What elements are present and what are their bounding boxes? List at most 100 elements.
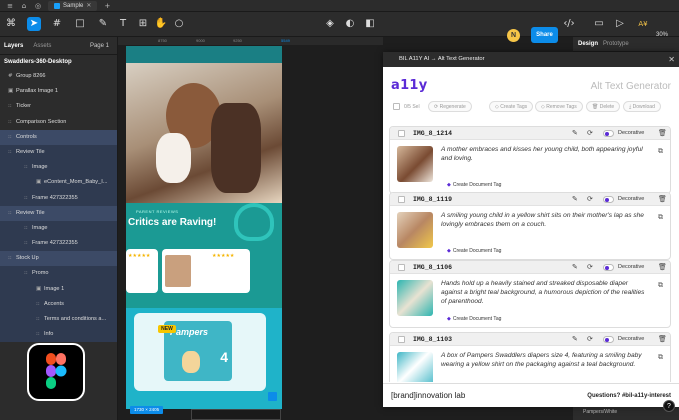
layer-row[interactable]: :: Controls — [0, 129, 117, 145]
item-checkbox[interactable] — [398, 130, 405, 137]
review-card[interactable]: ★★★★★ — [162, 249, 250, 293]
canvas[interactable]: 8750 9000 9250 5549 PARENT REVIEWS Criti… — [118, 37, 383, 420]
alt-text[interactable]: A smiling young child in a yellow shirt … — [441, 211, 651, 229]
create-document-tag-button[interactable]: ◆ Create Document Tag — [447, 248, 501, 254]
create-document-tag-button[interactable]: ◆ Create Document Tag — [447, 316, 501, 322]
copy-icon[interactable]: ⧉ — [658, 147, 663, 156]
file-tab[interactable]: Sample ✕ — [48, 0, 98, 11]
ai-icon[interactable]: A¥ — [636, 17, 650, 31]
edit-icon[interactable]: ✎ — [572, 129, 578, 137]
avatar[interactable]: N — [507, 29, 520, 42]
boolean-icon[interactable]: ◧ — [363, 17, 377, 31]
text-tool-icon[interactable]: T — [116, 17, 130, 31]
review-card[interactable]: ★★★★★ — [126, 249, 158, 293]
hero-image[interactable] — [126, 63, 282, 203]
copy-icon[interactable]: ⧉ — [658, 353, 663, 362]
share-button[interactable]: Share — [531, 27, 558, 43]
reviews-section[interactable]: PARENT REVIEWS Critics are Raving! ★★★★★… — [126, 203, 282, 317]
create-document-tag-button[interactable]: ◆ Create Document Tag — [447, 182, 501, 188]
layer-row[interactable]: :: Review Tile — [0, 205, 117, 221]
comment-tool-icon[interactable]: ○ — [172, 17, 186, 31]
list-item[interactable]: IMG_8_1106 ✎ ⟳ Decorative 🗑 Hands hold up a h… — [389, 260, 671, 328]
edit-icon[interactable]: ✎ — [572, 263, 578, 271]
alt-text[interactable]: A mother embraces and kisses her young c… — [441, 145, 651, 163]
trash-icon[interactable]: 🗑 — [658, 335, 667, 343]
layer-row[interactable]: :: Comparison Section — [0, 115, 117, 130]
layer-row[interactable]: :: Frame 427322355 — [0, 236, 117, 252]
frame-tool-icon[interactable]: # — [50, 17, 64, 31]
promo-card[interactable]: Pampers 4 NEW — [134, 313, 266, 391]
refresh-icon[interactable]: ⟳ — [587, 263, 593, 271]
download-button[interactable]: ⤓ Download — [623, 101, 661, 112]
refresh-icon[interactable]: ⟳ — [587, 195, 593, 203]
delete-button[interactable]: 🗑 Delete — [586, 101, 621, 112]
layer-row[interactable]: :: Image — [0, 160, 117, 176]
component-icon[interactable]: ◈ — [323, 17, 337, 31]
list-item[interactable]: IMG_8_1103 ✎ ⟳ Decorative 🗑 A box of Pampers … — [389, 332, 671, 382]
alt-text-list[interactable]: IMG_8_1214 ✎ ⟳ Decorative 🗑 A mother embraces… — [383, 118, 679, 382]
close-tab-icon[interactable]: ✕ — [86, 1, 91, 11]
shape-tool-icon[interactable]: □ — [73, 17, 87, 31]
tab-prototype[interactable]: Prototype — [603, 37, 629, 52]
copy-icon[interactable]: ⧉ — [658, 213, 663, 222]
item-checkbox[interactable] — [398, 196, 405, 203]
layer-row[interactable]: # Group 8266 — [0, 69, 117, 84]
tab-assets[interactable]: Assets — [33, 43, 51, 49]
decorative-toggle[interactable] — [603, 130, 614, 137]
root-frame-layer[interactable]: Swaddlers-360-Desktop — [0, 55, 117, 69]
edit-icon[interactable]: ✎ — [572, 335, 578, 343]
item-checkbox[interactable] — [398, 336, 405, 343]
resources-icon[interactable]: ⊞ — [136, 17, 150, 31]
questions-link[interactable]: Questions? #bil-a11y-interest — [587, 393, 671, 399]
new-tab-icon[interactable]: + — [103, 2, 111, 10]
refresh-icon[interactable]: ⟳ — [587, 335, 593, 343]
trash-icon[interactable]: 🗑 — [658, 195, 667, 203]
dev-mode-icon[interactable]: ‹/› — [562, 17, 576, 31]
stock-up-section[interactable]: Pampers 4 NEW — [126, 308, 282, 409]
layer-row[interactable]: :: Promo — [0, 266, 117, 282]
decorative-toggle[interactable] — [603, 196, 614, 203]
tab-layers[interactable]: Layers — [4, 43, 23, 49]
library-icon[interactable]: ▭ — [592, 17, 606, 31]
mask-icon[interactable]: ◐ — [343, 17, 357, 31]
frame-corner-handle[interactable] — [268, 392, 277, 401]
present-icon[interactable]: ▷ — [613, 17, 627, 31]
regenerate-button[interactable]: ⟳ Regenerate — [428, 101, 472, 112]
design-frame[interactable]: PARENT REVIEWS Critics are Raving! ★★★★★… — [126, 46, 282, 409]
select-all-checkbox[interactable] — [393, 103, 400, 110]
pen-tool-icon[interactable]: ✎ — [96, 17, 110, 31]
menu-icon[interactable]: ≡ — [6, 2, 14, 10]
layer-row[interactable]: :: Frame 427322355 — [0, 190, 117, 206]
remove-tags-button[interactable]: ◇ Remove Tags — [535, 101, 583, 112]
trash-icon[interactable]: 🗑 — [658, 263, 667, 271]
home-icon[interactable]: ⌂ — [20, 2, 28, 10]
layer-row[interactable]: ▣ eContent_Mom_Baby_I... — [0, 175, 117, 191]
layer-row[interactable]: :: Stock Up — [0, 251, 117, 267]
refresh-icon[interactable]: ⟳ — [587, 129, 593, 137]
select-all[interactable]: 0/5 Sel — [393, 103, 420, 110]
plugin-titlebar[interactable]: BIL A11Y AI → Alt Text Generator ✕ — [383, 52, 679, 67]
copy-icon[interactable]: ⧉ — [658, 281, 663, 290]
edit-icon[interactable]: ✎ — [572, 195, 578, 203]
hand-tool-icon[interactable]: ✋ — [154, 17, 168, 31]
layer-row[interactable]: ▣ Image 1 — [0, 281, 117, 297]
decorative-toggle[interactable] — [603, 264, 614, 271]
list-item[interactable]: IMG_8_1119 ✎ ⟳ Decorative 🗑 A smiling young c… — [389, 192, 671, 260]
tab-design[interactable]: Design — [578, 37, 598, 52]
community-icon[interactable]: ◎ — [34, 2, 42, 10]
page-selector[interactable]: Page 1 — [90, 43, 109, 49]
close-icon[interactable]: ✕ — [668, 52, 675, 67]
item-checkbox[interactable] — [398, 264, 405, 271]
alt-text[interactable]: Hands hold up a heavily stained and stre… — [441, 279, 651, 306]
layer-row[interactable]: ::Info — [0, 327, 117, 343]
layer-row[interactable]: :: Terms and conditions a... — [0, 312, 117, 328]
variable-mode[interactable]: Pampers/White — [583, 409, 617, 415]
main-menu-icon[interactable]: ⌘ — [4, 17, 18, 31]
layer-row[interactable]: :: Accents — [0, 296, 117, 312]
layer-row[interactable]: ▣ Parallax Image 1 — [0, 84, 117, 99]
decorative-toggle[interactable] — [603, 336, 614, 343]
move-tool-icon[interactable]: ➤ — [27, 17, 41, 31]
layer-row[interactable]: :: Review Tile — [0, 144, 117, 161]
create-tags-button[interactable]: ◇ Create Tags — [489, 101, 534, 112]
trash-icon[interactable]: 🗑 — [658, 129, 667, 137]
